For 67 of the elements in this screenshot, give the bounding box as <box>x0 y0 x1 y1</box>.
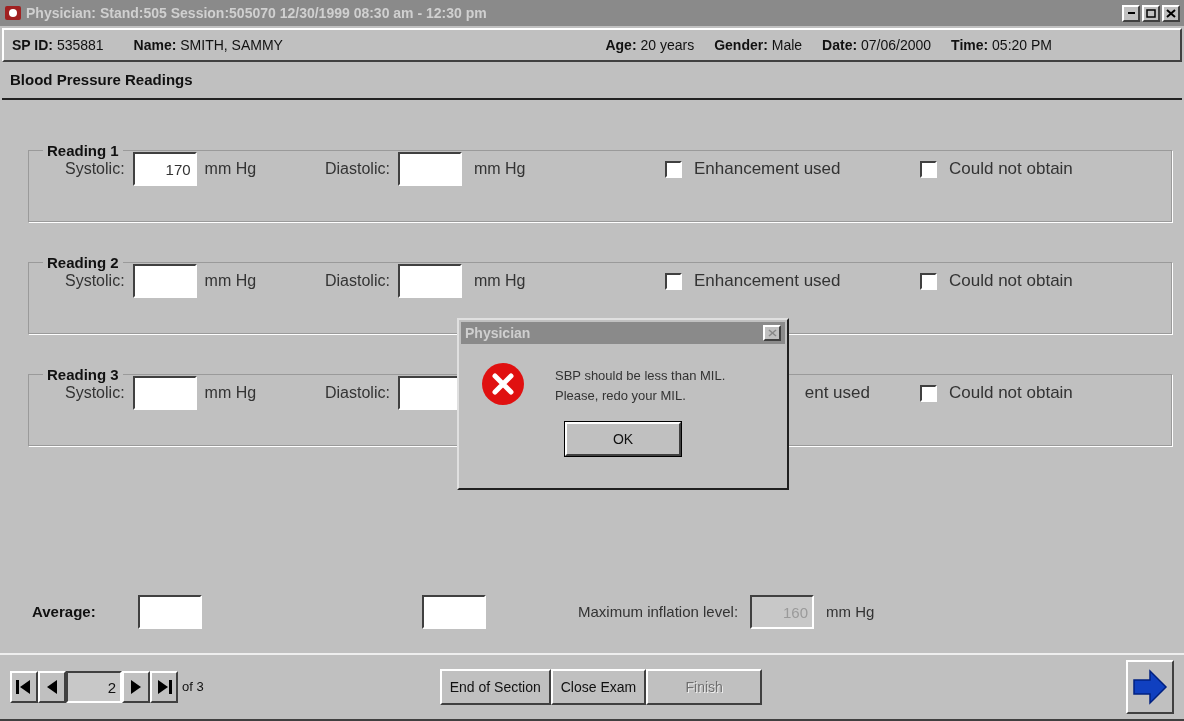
average-label: Average: <box>32 601 97 622</box>
input-field[interactable] <box>422 595 486 629</box>
field-label: Diastolic: <box>325 159 390 179</box>
close-button[interactable] <box>763 325 781 341</box>
input-field[interactable] <box>132 376 197 410</box>
maximize-icon <box>1146 8 1156 18</box>
header-field: Date: 07/06/2000 <box>822 34 932 56</box>
header-field: Age: 20 years <box>605 34 695 56</box>
checkbox-label: Enhancement used <box>694 270 841 293</box>
app-icon <box>4 4 22 22</box>
unit-label: mm Hg <box>826 601 875 622</box>
checkbox[interactable] <box>665 160 682 178</box>
checkbox-label: Could not obtain <box>949 158 1073 181</box>
dialog-title: Physician <box>465 323 531 343</box>
group-title: Reading 2 <box>46 252 120 273</box>
toolbar-button[interactable]: End of Section <box>439 669 551 705</box>
input-field[interactable]: 170 <box>132 152 197 186</box>
unit-label: mm Hg <box>204 159 257 179</box>
window-title: Physician: Stand:505 Session:505070 12/30/1999 08:30 am - 12:30 pm <box>26 3 487 23</box>
ok-button[interactable]: OK <box>565 422 681 456</box>
last-page-button[interactable] <box>150 671 178 703</box>
input-field[interactable] <box>397 152 462 186</box>
checkbox[interactable] <box>920 160 937 178</box>
header-field: Name: SMITH, SAMMY <box>133 34 283 56</box>
close-icon <box>1166 8 1176 18</box>
minimize-icon <box>1127 12 1135 14</box>
unit-label: mm Hg <box>473 159 526 179</box>
next-button[interactable] <box>1126 660 1174 714</box>
section-title: Blood Pressure Readings <box>2 66 1182 100</box>
checkbox-label: Enhancement used <box>694 158 841 181</box>
checkbox[interactable] <box>920 384 937 402</box>
toolbar-button[interactable]: Close Exam <box>550 669 647 705</box>
input-field[interactable] <box>132 264 197 298</box>
maximize-button[interactable] <box>1142 4 1160 22</box>
field-label: Systolic: <box>65 271 125 291</box>
field-label: Diastolic: <box>325 383 390 403</box>
next-page-button[interactable] <box>122 671 150 703</box>
group-title: Reading 1 <box>46 140 120 161</box>
close-button[interactable] <box>1162 4 1180 22</box>
first-page-button[interactable] <box>10 671 38 703</box>
group-title: Reading 3 <box>46 364 120 385</box>
field-label: Systolic: <box>65 159 125 179</box>
checkbox-label: ent used <box>804 382 870 405</box>
field-label: Diastolic: <box>325 271 390 291</box>
close-icon <box>767 329 777 337</box>
field-label: Systolic: <box>65 383 125 403</box>
error-message: SBP should be less than MIL. <box>555 367 726 385</box>
page-count: of 3 <box>182 678 204 697</box>
right-arrow-icon <box>1132 669 1168 705</box>
error-message: Please, redo your MIL. <box>555 386 687 405</box>
checkbox[interactable] <box>665 272 682 290</box>
field-label: Maximum inflation level: <box>578 601 739 622</box>
input-field[interactable] <box>397 264 462 298</box>
header-field: Gender: Male <box>714 34 803 56</box>
prev-page-button[interactable] <box>38 671 66 703</box>
error-icon <box>481 362 525 406</box>
input-field[interactable] <box>138 595 202 629</box>
unit-label: mm Hg <box>204 383 257 403</box>
unit-label: mm Hg <box>473 271 526 291</box>
header-field: Time: 05:20 PM <box>951 34 1052 56</box>
checkbox[interactable] <box>920 272 937 290</box>
checkbox-label: Could not obtain <box>949 382 1073 405</box>
unit-label: mm Hg <box>204 271 257 291</box>
page-field[interactable]: 2 <box>66 671 122 703</box>
checkbox-label: Could not obtain <box>949 270 1073 293</box>
header-field: SP ID: 535881 <box>12 34 104 56</box>
minimize-button[interactable] <box>1122 4 1140 22</box>
